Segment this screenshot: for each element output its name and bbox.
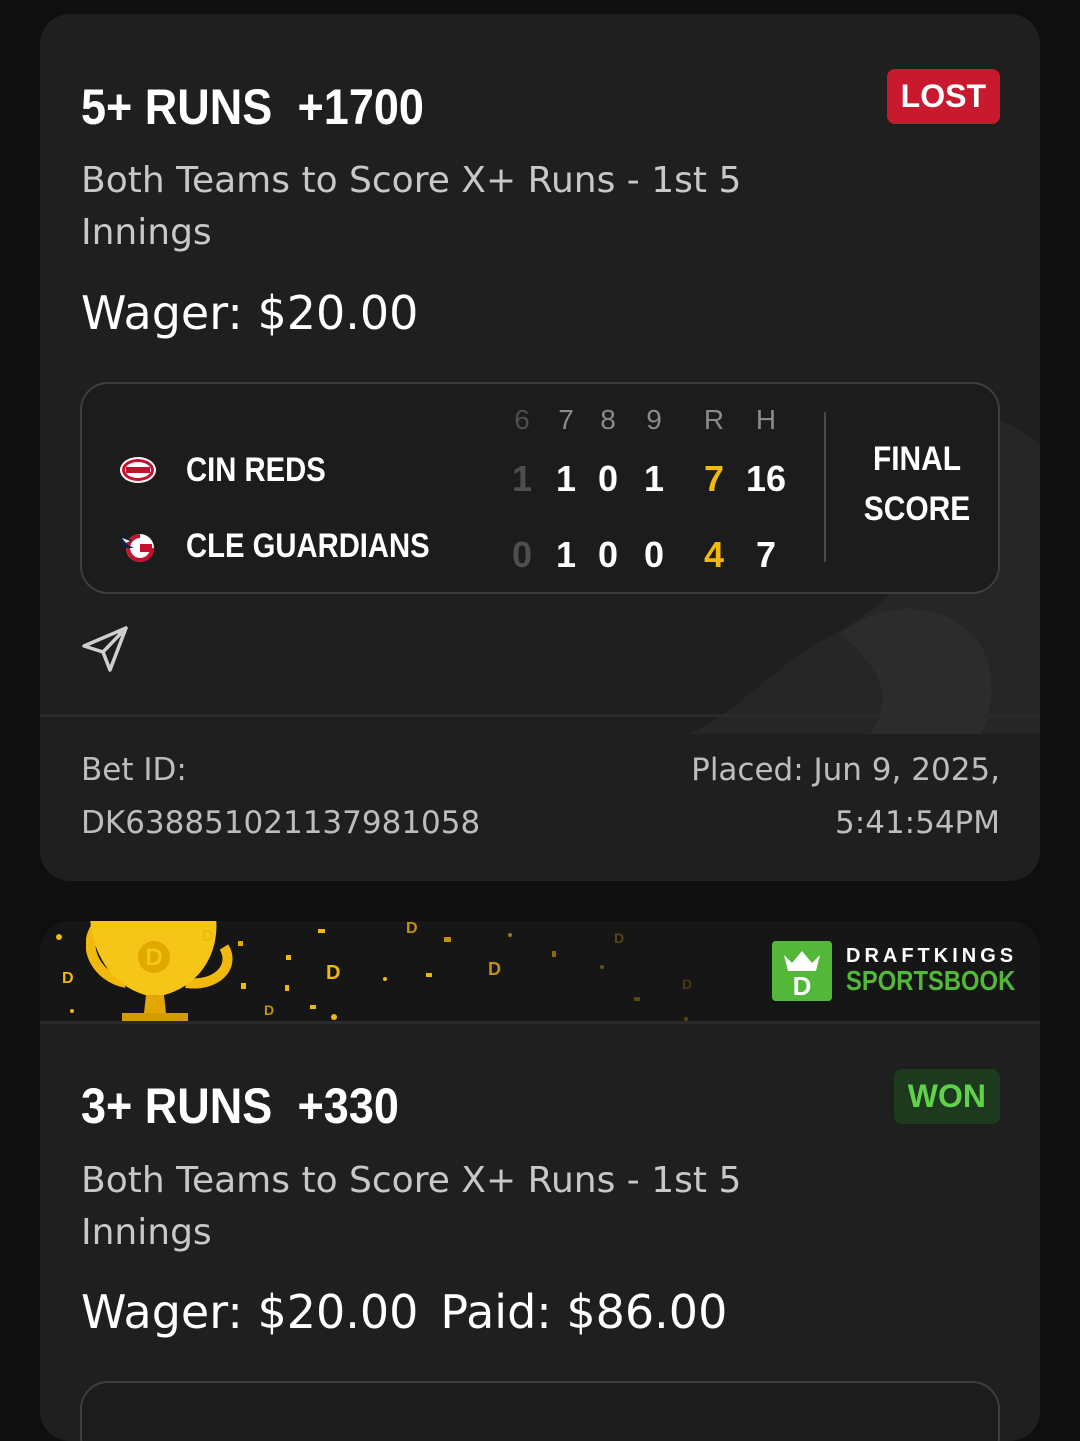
svg-text:D: D (793, 971, 812, 1001)
hits-header: H (755, 404, 777, 435)
inning-score: 0 (511, 534, 533, 575)
svg-text:D: D (614, 930, 624, 946)
inning-score: 1 (511, 458, 533, 499)
inning-score: 1 (555, 458, 577, 499)
placed-date: Placed: Jun 9, 2025, (691, 752, 1000, 788)
scoreboard[interactable] (80, 1381, 1000, 1441)
status-badge: LOST (886, 69, 1000, 124)
inning-header: 6 (514, 404, 530, 435)
svg-text:D: D (488, 959, 501, 979)
inning-score: 1 (643, 458, 665, 499)
team-row-away: CLE GUARDIANS (118, 526, 469, 566)
draftkings-logo-icon: D (772, 941, 832, 1001)
bet-id-label: Bet ID: (81, 752, 187, 788)
hits-total: 7 (755, 534, 777, 575)
scoreboard[interactable]: 6 7 8 9 R H CIN REDS 1 1 0 1 7 16 CLE GU… (80, 382, 1000, 594)
guardians-logo-icon (120, 534, 155, 562)
bet-selection: 5+ RUNS (81, 79, 273, 135)
bet-odds: +1700 (297, 79, 424, 135)
bet-id-value: DK638851021137981058 (81, 805, 481, 841)
confetti-decoration: D D D D D D D D (56, 921, 692, 1021)
bet-selection: 3+ RUNS (81, 1078, 273, 1134)
brand-subname: SPORTSBOOK (846, 965, 1016, 996)
bet-card-won[interactable]: D D D D D D D D D D DRAFTKINGS SPORTSBOO… (40, 921, 1040, 1441)
paid-amount: Paid: $86.00 (440, 1285, 728, 1339)
bet-card-lost[interactable]: 5+ RUNS +1700 LOST Both Teams to Score X+… (40, 14, 1040, 881)
bet-odds: +330 (297, 1078, 399, 1134)
bet-title: 3+ RUNS +330 (81, 1077, 399, 1135)
bet-id-block: Bet ID: DK638851021137981058 (81, 744, 480, 850)
inning-score: 0 (597, 534, 619, 575)
team-row-home: CIN REDS (118, 450, 348, 490)
svg-text:D: D (326, 962, 340, 984)
inning-header: 8 (600, 404, 616, 435)
svg-text:D: D (682, 976, 692, 992)
svg-text:D: D (62, 970, 74, 987)
wager-amount: Wager: $20.00 (81, 286, 419, 340)
inning-header: 7 (558, 404, 574, 435)
game-status-line1: FINAL (872, 440, 962, 478)
svg-text:D: D (264, 1002, 274, 1018)
placed-time: 5:41:54PM (835, 805, 1000, 841)
runs-total: 4 (703, 534, 725, 575)
game-status: FINAL SCORE (851, 434, 983, 534)
runs-header: R (703, 404, 725, 435)
team-name: CIN REDS (186, 450, 326, 489)
bet-title: 5+ RUNS +1700 (81, 78, 424, 136)
inning-score: 0 (597, 458, 619, 499)
win-banner: D D D D D D D D D D DRAFTKINGS SPORTSBOO… (40, 921, 1040, 1021)
placed-timestamp: Placed: Jun 9, 2025, 5:41:54PM (691, 744, 1000, 850)
reds-logo-icon (120, 457, 156, 483)
inning-score: 1 (555, 534, 577, 575)
wager-amount: Wager: $20.00 (81, 1285, 419, 1339)
status-badge: WON (893, 1069, 1000, 1124)
market-name: Both Teams to Score X+ Runs - 1st 5 Inni… (81, 160, 742, 253)
team-name: CLE GUARDIANS (186, 526, 430, 565)
runs-total: 7 (703, 458, 725, 499)
hits-total: 16 (746, 458, 787, 499)
market-name: Both Teams to Score X+ Runs - 1st 5 Inni… (81, 1160, 742, 1253)
scoreboard-divider (824, 412, 826, 562)
wager-paid-line: Wager: $20.00 Paid: $86.00 (81, 1285, 727, 1339)
svg-text:D: D (406, 921, 418, 937)
inning-score: 0 (643, 534, 665, 575)
svg-text:D: D (202, 928, 214, 945)
divider (40, 714, 1040, 717)
divider (40, 1021, 1040, 1024)
inning-header: 9 (646, 404, 662, 435)
share-icon[interactable] (80, 624, 130, 674)
game-status-line2: SCORE (863, 490, 971, 528)
